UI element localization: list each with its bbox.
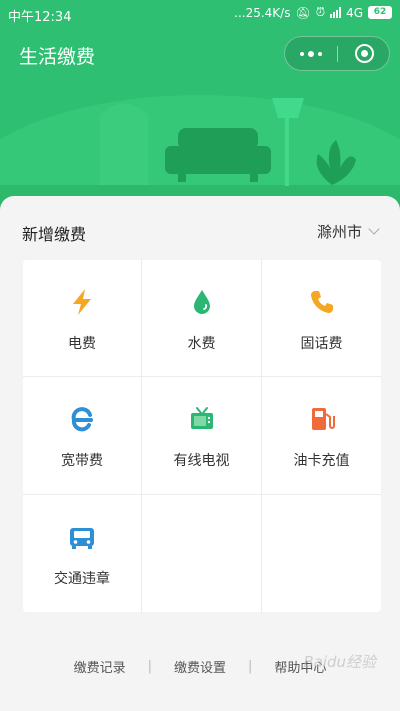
signal-icon bbox=[330, 7, 342, 18]
service-cable-tv[interactable]: 有线电视 bbox=[142, 377, 262, 495]
close-target-icon-dot bbox=[360, 50, 368, 57]
service-label: 电费 bbox=[68, 336, 96, 352]
more-dots-icon bbox=[300, 51, 304, 56]
page-title: 生活缴费 bbox=[19, 46, 96, 68]
car-icon bbox=[70, 528, 94, 549]
fuel-pump-icon bbox=[311, 408, 335, 430]
header-banner: 中午12:34 ...25.4K/s 🔕︎ ⏰︎ 4G 62 生活缴费 bbox=[0, 0, 400, 215]
service-label: 油卡充值 bbox=[293, 453, 350, 469]
service-label: 固话费 bbox=[300, 336, 343, 352]
more-dots-icon-center bbox=[308, 50, 314, 57]
city-name: 滁州市 bbox=[316, 223, 362, 241]
status-bar: 中午12:34 ...25.4K/s 🔕︎ ⏰︎ 4G 62 bbox=[0, 0, 400, 28]
phone-icon bbox=[310, 291, 333, 313]
city-selector[interactable]: 滁州市 bbox=[316, 221, 380, 242]
chevron-down-icon bbox=[368, 223, 380, 235]
service-label: 交通违章 bbox=[54, 571, 110, 587]
more-dots-icon-right bbox=[318, 51, 322, 56]
network-speed: ...25.4K/s bbox=[234, 5, 291, 20]
more-button[interactable] bbox=[285, 37, 337, 70]
service-grid: 电费 水费 固话费 宽带费 有线电视 油卡充值 交通违章 bbox=[23, 260, 381, 612]
empty-tile bbox=[142, 495, 262, 612]
baidu-watermark: Baidu经验 bbox=[303, 653, 376, 671]
service-landline[interactable]: 固话费 bbox=[262, 260, 381, 377]
empty-tile bbox=[262, 495, 381, 612]
status-time: 中午12:34 bbox=[8, 10, 72, 25]
alarm-clock-icon: ⏰︎ bbox=[315, 5, 326, 19]
broadband-icon bbox=[71, 407, 93, 432]
service-fuel-card[interactable]: 油卡充值 bbox=[262, 377, 381, 495]
banner-illustration bbox=[100, 98, 356, 186]
mute-bell-icon: 🔕︎ bbox=[295, 5, 311, 20]
miniprogram-capsule bbox=[284, 36, 390, 71]
service-broadband[interactable]: 宽带费 bbox=[23, 377, 142, 495]
service-label: 有线电视 bbox=[173, 453, 230, 469]
service-traffic-violation[interactable]: 交通违章 bbox=[23, 495, 142, 612]
payment-panel: 新增缴费 滁州市 电费 水费 固话费 宽带费 有线电视 油卡充值 交通违章 缴费… bbox=[0, 196, 400, 711]
service-water[interactable]: 水费 bbox=[142, 260, 262, 377]
section-title: 新增缴费 bbox=[22, 225, 87, 244]
water-drop-icon bbox=[193, 290, 210, 314]
payment-records-link[interactable]: 缴费记录 bbox=[52, 657, 148, 676]
payment-settings-link[interactable]: 缴费设置 bbox=[152, 657, 248, 676]
close-target-icon bbox=[354, 44, 374, 63]
service-electricity[interactable]: 电费 bbox=[23, 260, 142, 377]
service-label: 水费 bbox=[187, 336, 216, 352]
close-button[interactable] bbox=[338, 37, 390, 70]
network-type: 4G bbox=[346, 5, 363, 20]
status-icons: ...25.4K/s 🔕︎ ⏰︎ 4G 62 bbox=[234, 5, 392, 20]
tv-icon bbox=[190, 407, 213, 429]
service-label: 宽带费 bbox=[61, 453, 103, 469]
lightning-icon bbox=[73, 289, 91, 315]
battery-icon: 62 bbox=[368, 6, 392, 19]
